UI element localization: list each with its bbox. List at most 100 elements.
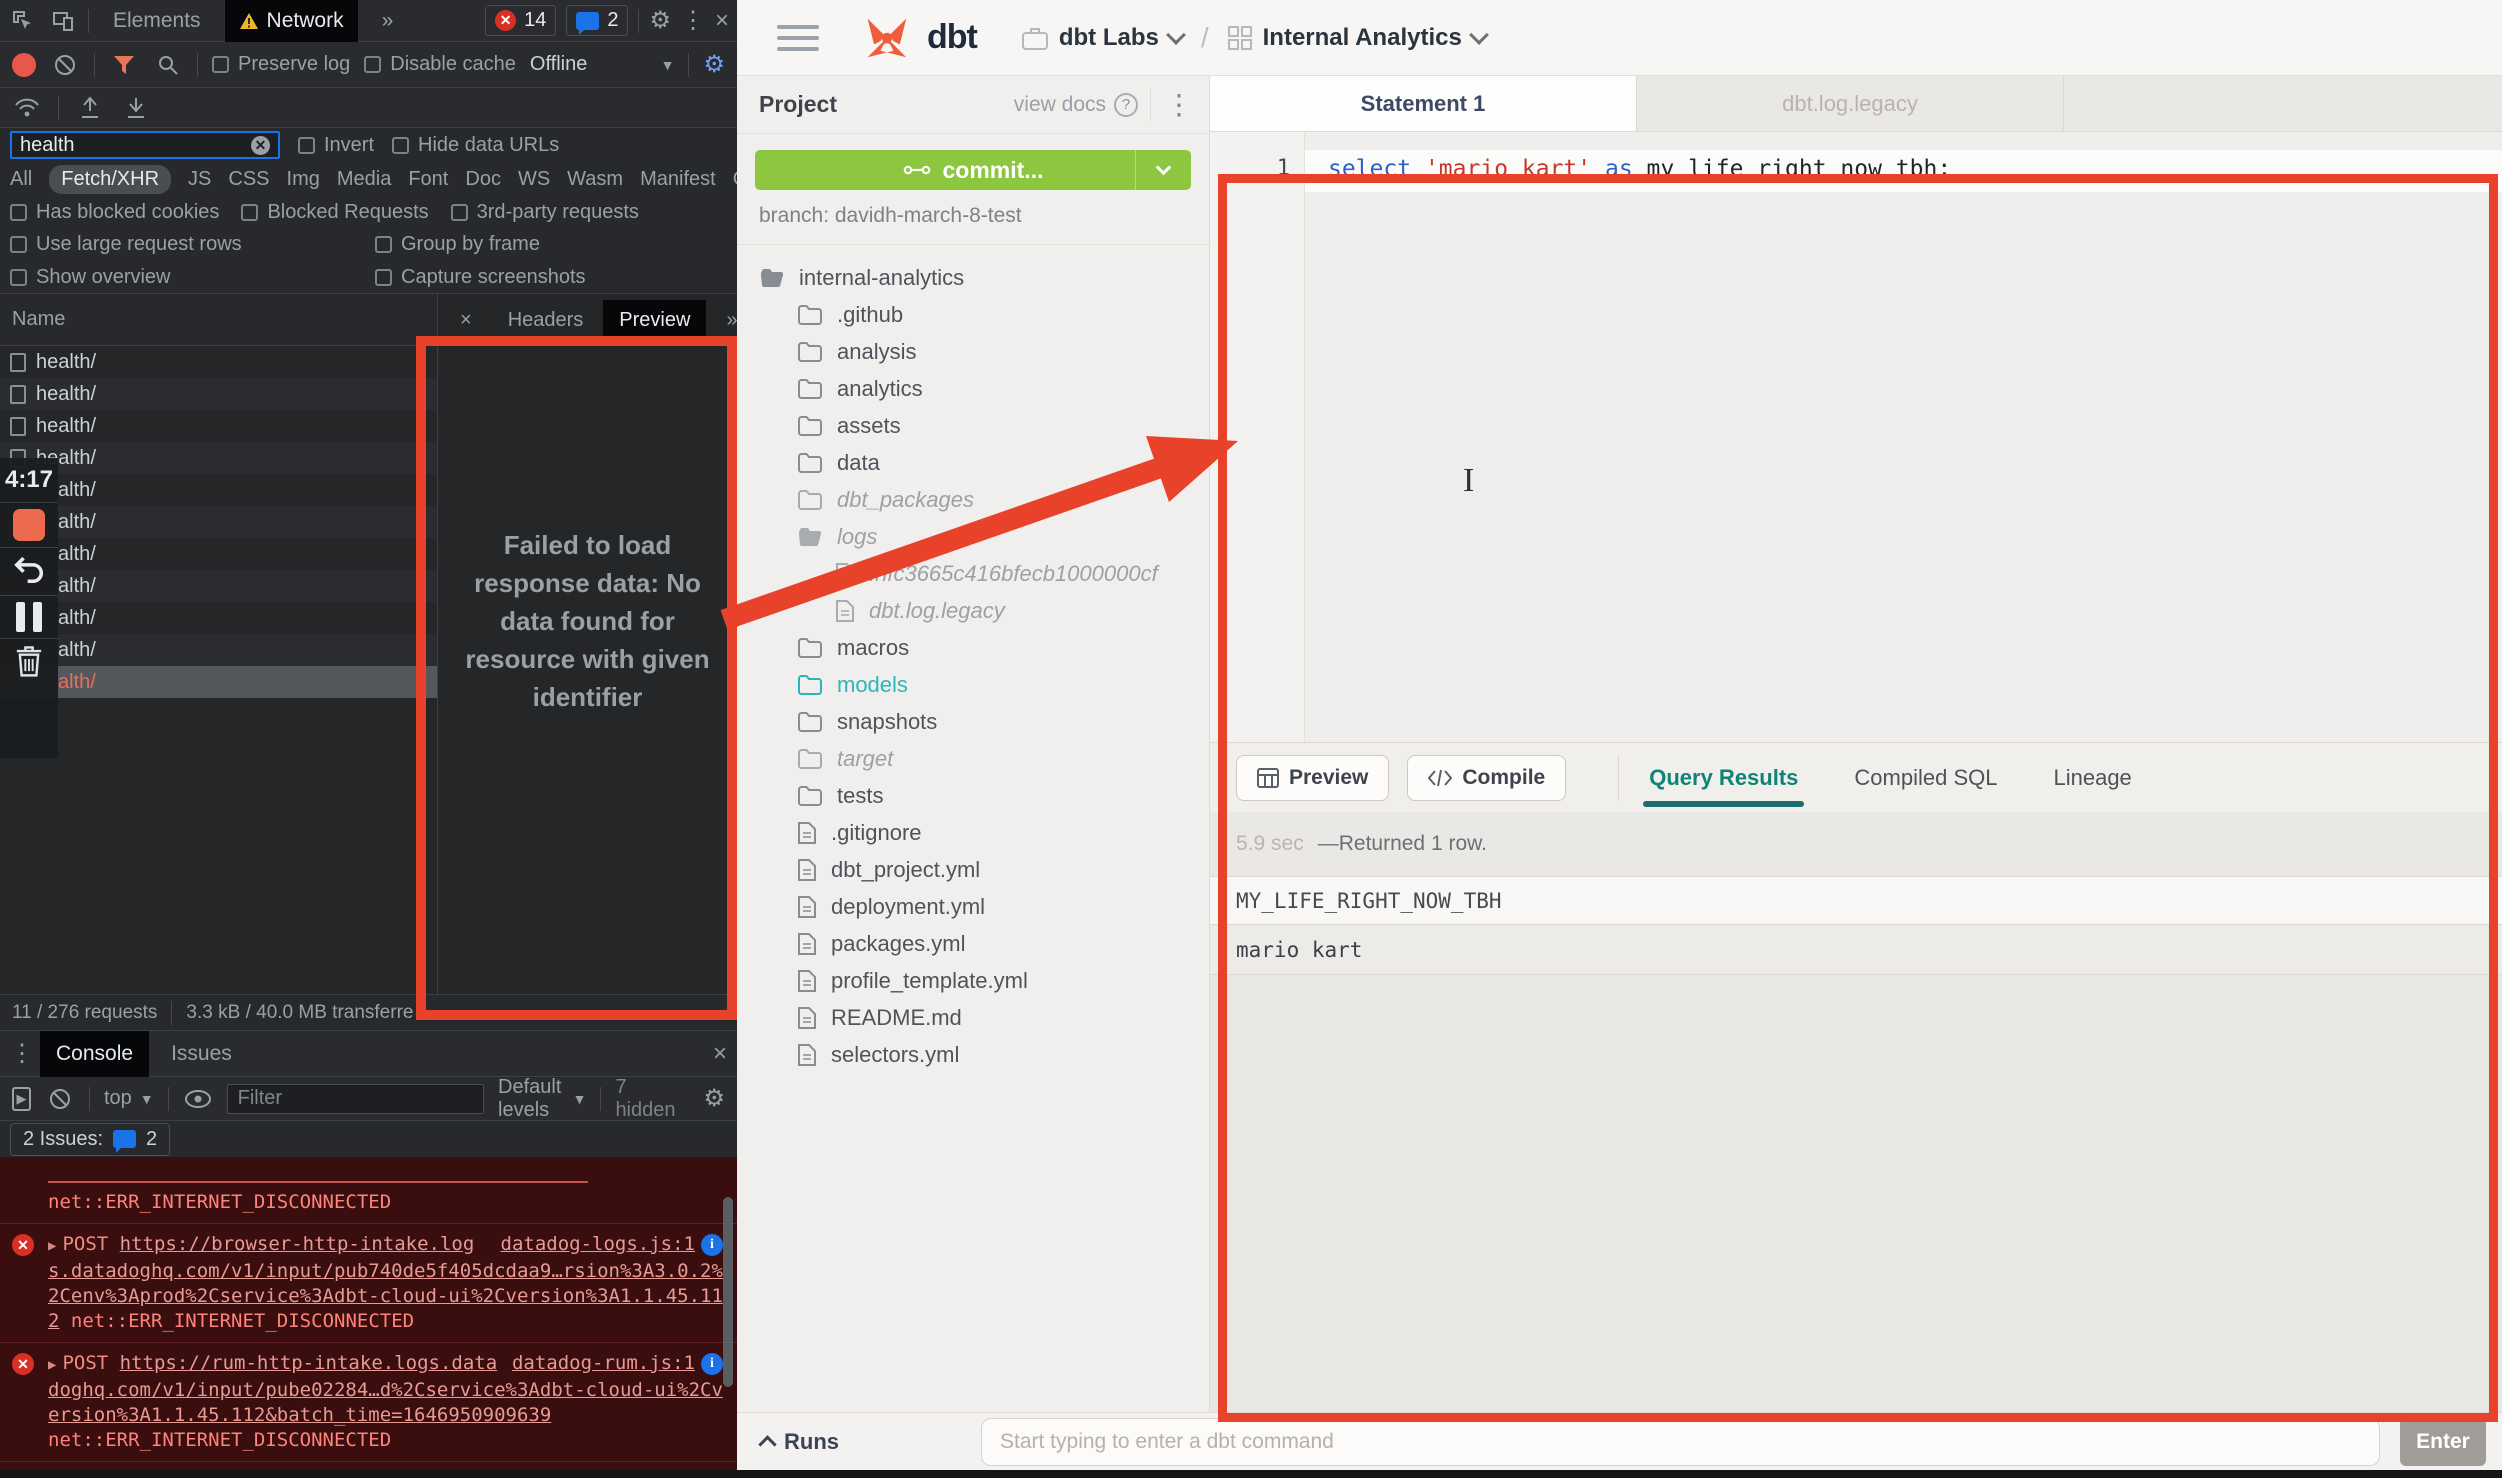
hamburger-menu-icon[interactable] bbox=[777, 25, 819, 51]
delete-recording-icon[interactable] bbox=[14, 645, 44, 684]
device-toolbar-icon[interactable] bbox=[48, 6, 78, 36]
request-row[interactable]: alth/ bbox=[0, 602, 437, 634]
throttling-caret-icon[interactable]: ▼ bbox=[661, 57, 675, 73]
tree-item-internal-analytics[interactable]: internal-analytics bbox=[737, 259, 1209, 296]
clear-network-log-icon[interactable] bbox=[50, 50, 80, 80]
console-kebab-icon[interactable]: ⋮ bbox=[10, 1039, 34, 1068]
expand-triangle-icon[interactable]: ▶ bbox=[48, 1357, 56, 1373]
checkbox-blocked-requests[interactable]: Blocked Requests bbox=[241, 201, 428, 224]
enter-button[interactable]: Enter bbox=[2400, 1418, 2486, 1466]
chip-media[interactable]: Media bbox=[337, 168, 391, 191]
console-sidebar-icon[interactable]: ▶ bbox=[12, 1087, 31, 1111]
request-row[interactable]: health/ bbox=[0, 410, 437, 442]
preview-button[interactable]: Preview bbox=[1236, 755, 1389, 801]
more-tabs-icon[interactable]: » bbox=[368, 0, 408, 42]
preserve-log-checkbox[interactable]: Preserve log bbox=[212, 53, 350, 76]
checkbox-group-by-frame[interactable]: Group by frame bbox=[375, 233, 727, 256]
chip-ws[interactable]: WS bbox=[518, 168, 550, 191]
name-column-header[interactable]: Name bbox=[12, 308, 65, 331]
restart-recording-icon[interactable] bbox=[12, 554, 46, 589]
tab-console[interactable]: Console bbox=[40, 1031, 149, 1077]
tree-item-models[interactable]: models bbox=[737, 666, 1209, 703]
request-row[interactable]: alth/ bbox=[0, 634, 437, 666]
issues-count-badge[interactable]: 2 bbox=[566, 5, 628, 36]
chip-img[interactable]: Img bbox=[287, 168, 320, 191]
chip-all[interactable]: All bbox=[10, 168, 32, 191]
checkbox-3rd-party-requests[interactable]: 3rd-party requests bbox=[451, 201, 639, 224]
error-count-badge[interactable]: ✕ 14 bbox=[485, 5, 556, 36]
results-tab-lineage[interactable]: Lineage bbox=[2053, 765, 2131, 791]
results-tab-compiled-sql[interactable]: Compiled SQL bbox=[1854, 765, 1997, 791]
error-source[interactable]: datadog-rum.js:1i bbox=[512, 1351, 723, 1376]
issues-summary[interactable]: 2 Issues: 2 bbox=[10, 1123, 170, 1156]
command-input[interactable]: Start typing to enter a dbt command bbox=[981, 1418, 2380, 1466]
export-har-icon[interactable] bbox=[121, 93, 151, 123]
checkbox-capture-screenshots[interactable]: Capture screenshots bbox=[375, 266, 727, 289]
tree-item-macros[interactable]: macros bbox=[737, 629, 1209, 666]
tree-item-tests[interactable]: tests bbox=[737, 777, 1209, 814]
tree-item-selectors-yml[interactable]: selectors.yml bbox=[737, 1036, 1209, 1073]
compile-button[interactable]: Compile bbox=[1407, 755, 1566, 801]
throttling-select[interactable]: Offline bbox=[530, 53, 587, 76]
close-devtools-icon[interactable]: × bbox=[715, 7, 729, 35]
expand-triangle-icon[interactable]: ▶ bbox=[48, 1238, 56, 1254]
network-conditions-gear-icon[interactable]: ⚙ bbox=[703, 50, 725, 79]
tree-item--gitignore[interactable]: .gitignore bbox=[737, 814, 1209, 851]
request-row[interactable]: alth/ bbox=[0, 570, 437, 602]
tree-item-deployment-yml[interactable]: deployment.yml bbox=[737, 888, 1209, 925]
tree-item-readme-md[interactable]: README.md bbox=[737, 999, 1209, 1036]
chip-css[interactable]: CSS bbox=[228, 168, 269, 191]
tree-item-profile-template-yml[interactable]: profile_template.yml bbox=[737, 962, 1209, 999]
record-network-log-icon[interactable] bbox=[12, 53, 36, 77]
request-row[interactable]: health/ bbox=[0, 442, 437, 474]
close-details-icon[interactable]: × bbox=[444, 300, 488, 341]
sql-editor[interactable]: 1 select 'mario kart' as my_life_right_n… bbox=[1210, 132, 2502, 742]
console-scrollbar[interactable] bbox=[723, 1197, 733, 1387]
stop-recording-button[interactable] bbox=[13, 509, 45, 541]
tab-network[interactable]: Network bbox=[225, 0, 358, 42]
console-settings-gear-icon[interactable]: ⚙ bbox=[704, 1084, 726, 1113]
checkbox-has-blocked-cookies[interactable]: Has blocked cookies bbox=[10, 201, 219, 224]
tree-item--github[interactable]: .github bbox=[737, 296, 1209, 333]
hide-data-urls-checkbox[interactable]: Hide data URLs bbox=[392, 134, 559, 157]
context-select[interactable]: top▼ bbox=[104, 1087, 154, 1110]
request-row[interactable]: health/ bbox=[0, 346, 437, 378]
settings-gear-icon[interactable]: ⚙ bbox=[649, 6, 671, 35]
result-row[interactable]: mario kart bbox=[1210, 925, 2502, 975]
log-levels-select[interactable]: Default levels▼ bbox=[498, 1076, 586, 1122]
chip-doc[interactable]: Doc bbox=[465, 168, 501, 191]
filter-funnel-icon[interactable] bbox=[109, 50, 139, 80]
request-row[interactable]: alth/ bbox=[0, 538, 437, 570]
tab-headers[interactable]: Headers bbox=[492, 300, 600, 341]
pause-recording-icon[interactable] bbox=[16, 602, 42, 632]
checkbox-use-large-request-rows[interactable]: Use large request rows bbox=[10, 233, 375, 256]
tree-item-dbt-log-legacy[interactable]: dbt.log.legacy bbox=[737, 592, 1209, 629]
tree-item-dbt-project-yml[interactable]: dbt_project.yml bbox=[737, 851, 1209, 888]
commit-dropdown[interactable] bbox=[1135, 150, 1191, 190]
tree-item-data[interactable]: data bbox=[737, 444, 1209, 481]
tree-item-assets[interactable]: assets bbox=[737, 407, 1209, 444]
inspect-icon[interactable] bbox=[8, 6, 38, 36]
runs-toggle[interactable]: Runs bbox=[761, 1429, 961, 1455]
checkbox-show-overview[interactable]: Show overview bbox=[10, 266, 375, 289]
view-docs-link[interactable]: view docs ? bbox=[1014, 93, 1138, 117]
tree-item--nfc3665c416bfecb1000000cf[interactable]: .nfc3665c416bfecb1000000cf bbox=[737, 555, 1209, 592]
tab-preview[interactable]: Preview bbox=[603, 300, 706, 341]
tree-item-packages-yml[interactable]: packages.yml bbox=[737, 925, 1209, 962]
chip-wasm[interactable]: Wasm bbox=[567, 168, 623, 191]
account-switcher[interactable]: dbt Labs bbox=[1021, 24, 1183, 52]
tree-item-target[interactable]: target bbox=[737, 740, 1209, 777]
tab-statement-1[interactable]: Statement 1 bbox=[1210, 76, 1637, 131]
invert-checkbox[interactable]: Invert bbox=[298, 134, 374, 157]
chip-fetch-xhr[interactable]: Fetch/XHR bbox=[49, 165, 171, 194]
tree-item-analytics[interactable]: analytics bbox=[737, 370, 1209, 407]
chip-js[interactable]: JS bbox=[188, 168, 211, 191]
search-icon[interactable] bbox=[153, 50, 183, 80]
clear-filter-icon[interactable]: ✕ bbox=[251, 136, 270, 155]
chip-font[interactable]: Font bbox=[408, 168, 448, 191]
tree-item-analysis[interactable]: analysis bbox=[737, 333, 1209, 370]
tree-item-dbt-packages[interactable]: dbt_packages bbox=[737, 481, 1209, 518]
console-filter-input[interactable]: Filter bbox=[227, 1084, 484, 1114]
clear-console-icon[interactable] bbox=[45, 1084, 75, 1114]
import-har-icon[interactable] bbox=[75, 93, 105, 123]
